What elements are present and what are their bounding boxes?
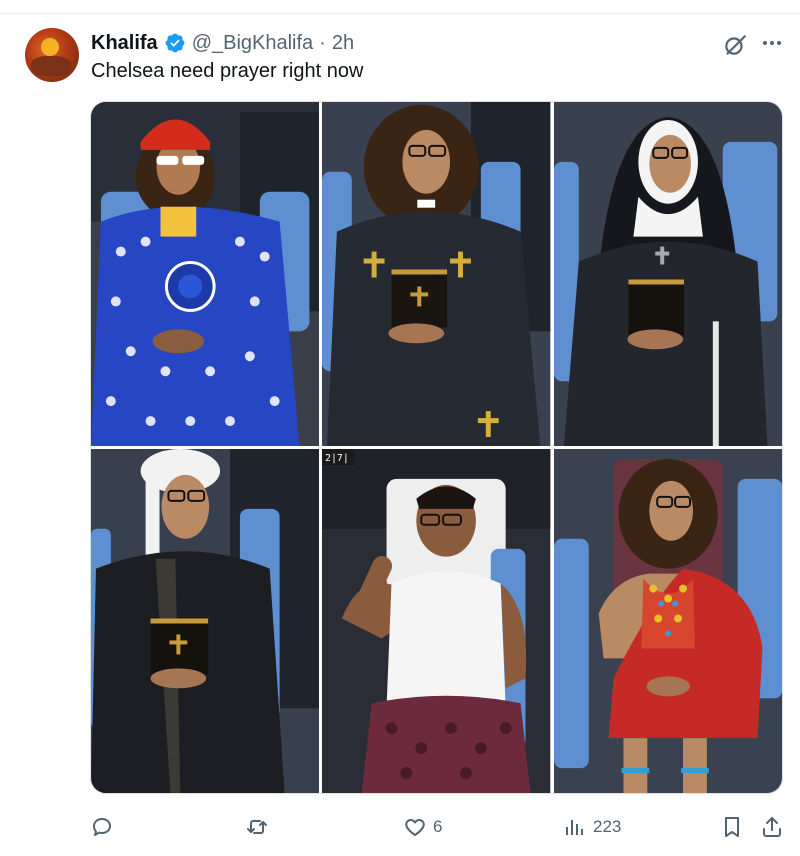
reply-icon <box>93 818 111 836</box>
overlay-score-text: 2|7| <box>325 453 349 464</box>
grok-icon[interactable] <box>722 32 748 58</box>
photo-red-shuka[interactable] <box>553 449 782 793</box>
share-icon <box>763 817 781 837</box>
verified-badge-icon <box>165 33 185 53</box>
views-count: 223 <box>593 817 622 836</box>
avatar-figure <box>31 56 71 76</box>
author-name[interactable]: Khalifa <box>91 32 158 55</box>
media-grid[interactable]: 2|7| <box>90 101 783 794</box>
bookmark-icon <box>725 817 739 837</box>
like-count: 6 <box>433 817 443 836</box>
avatar[interactable] <box>25 28 79 82</box>
tweet-header: Khalifa @_BigKhalifa · 2h <box>91 30 354 56</box>
heart-icon <box>405 819 425 836</box>
photo-turban[interactable] <box>91 449 320 793</box>
separator-dot: · <box>319 31 326 54</box>
photo-nun[interactable] <box>553 102 782 446</box>
retweet-icon <box>247 820 267 834</box>
top-divider <box>0 0 800 14</box>
retweet-button[interactable] <box>245 812 269 842</box>
photo-priest[interactable] <box>322 102 551 446</box>
photo-blue-robe[interactable] <box>91 102 320 446</box>
photo-tank-top[interactable]: 2|7| <box>322 449 551 793</box>
timestamp[interactable]: 2h <box>332 32 354 55</box>
more-options-icon[interactable] <box>761 32 783 54</box>
avatar-ball <box>41 38 59 56</box>
tweet-text: Chelsea need prayer right now <box>91 60 364 82</box>
share-button[interactable] <box>760 812 784 842</box>
reply-button[interactable] <box>90 812 114 842</box>
action-bar: 6 223 <box>90 812 790 842</box>
views-icon <box>566 820 583 835</box>
like-button[interactable]: 6 <box>403 812 442 842</box>
author-handle[interactable]: @_BigKhalifa <box>192 32 313 55</box>
bookmark-button[interactable] <box>720 812 744 842</box>
views-button[interactable]: 223 <box>563 812 621 842</box>
